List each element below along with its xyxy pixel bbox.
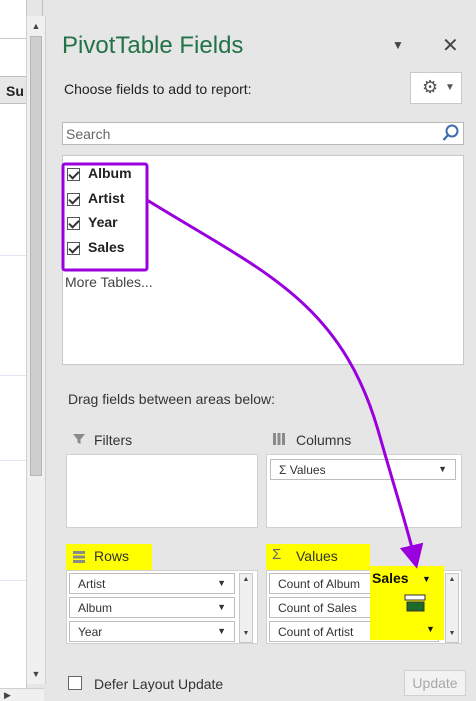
choose-fields-label: Choose fields to add to report:	[64, 81, 252, 97]
field-label: Count of Artist	[278, 625, 354, 639]
scroll-up-icon[interactable]: ▲	[240, 576, 252, 583]
chevron-down-icon[interactable]: ▼	[217, 626, 226, 636]
field-label: Artist	[78, 577, 106, 591]
worksheet-divider	[0, 38, 26, 39]
values-area-label: Values	[296, 548, 338, 564]
pivottable-fields-pane: PivotTable Fields ▼ ✕ Choose fields to a…	[46, 0, 476, 700]
chevron-down-icon: ▼	[422, 574, 431, 584]
field-list: Album Artist Year Sales More Tables...	[62, 155, 464, 365]
filters-area-label: Filters	[94, 432, 133, 448]
chevron-down-icon: ▼	[445, 82, 455, 93]
drag-fields-label: Drag fields between areas below:	[68, 391, 276, 407]
gridline	[0, 460, 26, 461]
checkbox[interactable]	[67, 217, 80, 230]
chevron-down-icon[interactable]: ▼	[217, 602, 226, 612]
columns-icon	[273, 433, 285, 445]
close-icon[interactable]: ✕	[442, 33, 459, 58]
vertical-scrollbar[interactable]: ▲ ▼	[26, 16, 46, 684]
checkbox[interactable]	[67, 242, 80, 255]
pane-options-icon[interactable]: ▼	[392, 38, 404, 52]
rows-field-year[interactable]: Year ▼	[69, 621, 235, 642]
rows-scrollbar[interactable]: ▲ ▼	[239, 573, 253, 643]
gridline	[0, 255, 26, 256]
field-label: Count of Sales	[278, 601, 357, 615]
sigma-icon: Σ	[272, 546, 282, 563]
worksheet-strip[interactable]: Su	[0, 0, 27, 700]
values-scrollbar[interactable]: ▲ ▼	[445, 573, 459, 643]
scroll-right-icon[interactable]: ▶	[4, 689, 11, 701]
gridline	[0, 375, 26, 376]
search-icon[interactable]	[441, 122, 461, 144]
field-label: Album	[88, 165, 132, 181]
defer-layout-update-checkbox[interactable]	[68, 674, 88, 694]
columns-drop-zone[interactable]: Σ Values ▼	[266, 454, 462, 528]
columns-field-values[interactable]: Σ Values ▼	[270, 459, 456, 480]
field-label: Album	[78, 601, 113, 615]
scroll-down-icon[interactable]: ▼	[446, 630, 458, 637]
pane-title: PivotTable Fields	[62, 32, 244, 59]
chevron-down-icon: ▼	[426, 624, 435, 634]
chevron-down-icon[interactable]: ▼	[438, 464, 447, 474]
field-label: Values	[289, 463, 326, 477]
field-label: Year	[88, 214, 118, 230]
rows-drop-zone[interactable]: Artist ▼ Album ▼ Year ▼ ▲ ▼	[66, 570, 258, 644]
field-label: Year	[78, 625, 103, 639]
search-box[interactable]	[62, 122, 464, 145]
drag-ghost-label: Sales	[372, 570, 409, 586]
rows-icon	[73, 551, 85, 563]
field-label: Count of Album	[278, 577, 361, 591]
scroll-thumb[interactable]	[30, 36, 42, 476]
search-input[interactable]	[66, 125, 436, 142]
columns-area-label: Columns	[296, 432, 352, 448]
divider	[42, 0, 43, 16]
gear-icon: ⚙	[422, 77, 439, 97]
field-label: Artist	[88, 190, 125, 206]
checkbox[interactable]	[67, 168, 80, 181]
sigma-icon: Σ	[279, 463, 287, 477]
scroll-down-icon[interactable]: ▼	[240, 630, 252, 637]
tools-button[interactable]: ⚙ ▼	[410, 72, 462, 104]
filters-drop-zone[interactable]	[66, 454, 258, 528]
chevron-down-icon[interactable]: ▼	[217, 578, 226, 588]
defer-layout-update-label: Defer Layout Update	[94, 676, 224, 692]
more-tables-link[interactable]: More Tables...	[65, 274, 153, 290]
filter-icon	[73, 434, 85, 444]
checkbox[interactable]	[68, 676, 82, 690]
scroll-up-icon[interactable]: ▲	[446, 576, 458, 583]
checkbox[interactable]	[67, 193, 80, 206]
horizontal-scrollbar[interactable]: ▶	[0, 688, 44, 701]
drag-cursor-icon	[404, 594, 426, 612]
scroll-down-icon[interactable]: ▼	[27, 666, 45, 682]
scroll-up-icon[interactable]: ▲	[27, 18, 45, 34]
rows-field-album[interactable]: Album ▼	[69, 597, 235, 618]
drag-ghost: Sales ▼ ▼	[370, 566, 444, 640]
update-button[interactable]: Update	[404, 670, 466, 696]
gridline	[0, 580, 26, 581]
rows-field-artist[interactable]: Artist ▼	[69, 573, 235, 594]
rows-area-label: Rows	[94, 548, 130, 564]
column-header[interactable]: Su	[0, 76, 26, 104]
field-label: Sales	[88, 239, 125, 255]
